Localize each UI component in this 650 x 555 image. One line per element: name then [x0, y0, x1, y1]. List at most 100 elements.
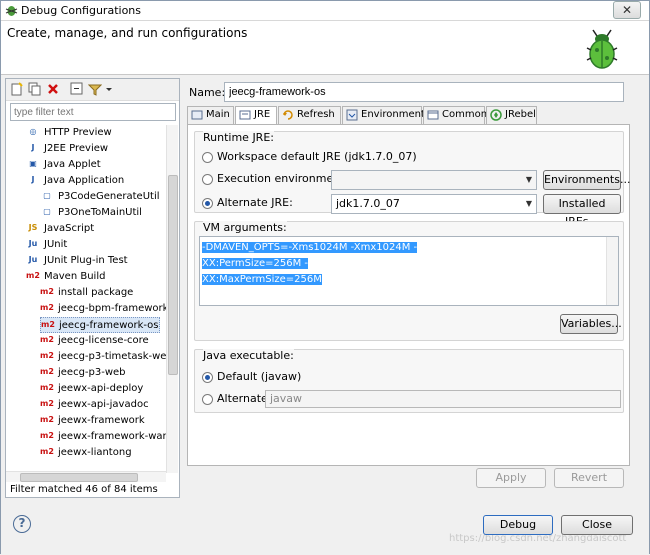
- environment-icon: [346, 109, 358, 121]
- tree-item[interactable]: m2 jeecg-bpm-framework: [40, 301, 166, 317]
- maven-icon: m2: [40, 303, 54, 312]
- default-javaw-radio[interactable]: [202, 372, 213, 383]
- tab-jre[interactable]: JRE: [235, 106, 277, 125]
- maven-icon: m2: [40, 335, 54, 344]
- runtime-jre-title: Runtime JRE:: [203, 131, 274, 144]
- vertical-scroll-thumb[interactable]: [168, 175, 178, 375]
- vm-arguments-textarea[interactable]: -DMAVEN_OPTS=-Xms1024M -Xmx1024M -XX:Per…: [199, 236, 619, 306]
- tree-item[interactable]: m2 jeewx-framework-war: [40, 429, 166, 445]
- name-input[interactable]: [224, 82, 624, 102]
- tree-item[interactable]: ▣ Java Applet: [26, 157, 100, 173]
- debug-button[interactable]: Debug: [483, 515, 553, 535]
- tab-refresh[interactable]: Refresh: [278, 106, 341, 124]
- chevron-down-icon: ▼: [525, 175, 533, 184]
- tree-item-label: jeewx-liantong: [58, 447, 132, 458]
- filter-status: Filter matched 46 of 84 items: [10, 484, 158, 495]
- configurations-panel: ◎HTTP PreviewJJ2EE Preview▣Java AppletJJ…: [5, 78, 180, 498]
- tree-vertical-scrollbar[interactable]: [166, 125, 178, 473]
- tree-item[interactable]: ▢ P3OneToMainUtil: [40, 205, 142, 221]
- tab-jrebel[interactable]: JRebel: [486, 106, 537, 124]
- maven-icon: m2: [40, 399, 54, 408]
- tree-item-label: jeewx-api-javadoc: [58, 399, 149, 410]
- tab-refresh-label: Refresh: [297, 109, 335, 120]
- java-app-icon: J: [31, 175, 35, 184]
- duplicate-icon[interactable]: [28, 82, 42, 96]
- jrebel-icon: [490, 109, 502, 121]
- alternate-jre-combo[interactable]: jdk1.7.0_07 ▼: [331, 194, 537, 214]
- maven-icon: m2: [40, 287, 54, 296]
- tree-item[interactable]: ◎ HTTP Preview: [26, 125, 112, 141]
- main-tab-icon: [191, 110, 203, 120]
- debug-bug-icon: [5, 6, 18, 16]
- close-button[interactable]: Close: [561, 515, 633, 535]
- java-executable-title: Java executable:: [203, 349, 294, 362]
- dialog-button-bar: ? https://blog.csdn.net/zhangdaiscott De…: [1, 501, 649, 555]
- filter-input[interactable]: [10, 103, 176, 121]
- tree-item-label: JavaScript: [44, 223, 95, 234]
- configuration-editor: Name: Main JRE Refresh Environment Commo…: [184, 78, 630, 498]
- tree-horizontal-scrollbar[interactable]: [6, 471, 166, 482]
- tree-item-label: jeecg-p3-web: [58, 367, 126, 378]
- tree-item[interactable]: m2 jeecg-p3-timetask-web: [40, 349, 166, 365]
- tree-item-label: install package: [58, 287, 134, 298]
- alternate-executable-radio[interactable]: [202, 394, 213, 405]
- workspace-default-radio[interactable]: [202, 152, 213, 163]
- alternate-jre-radio[interactable]: [202, 198, 213, 209]
- window-close-button[interactable]: ✕: [613, 1, 641, 19]
- apply-button[interactable]: Apply: [476, 468, 546, 488]
- maven-icon: m2: [40, 367, 54, 376]
- tree-item-label: jeewx-framework: [58, 415, 145, 426]
- alternate-executable-input[interactable]: javaw: [265, 390, 621, 408]
- new-configuration-icon[interactable]: [10, 82, 24, 96]
- tree-item-label: P3OneToMainUtil: [58, 207, 142, 218]
- tree-item[interactable]: m2 jeewx-api-javadoc: [40, 397, 149, 413]
- tree-item[interactable]: Ju JUnit: [26, 237, 68, 253]
- filter-icon[interactable]: [88, 82, 102, 96]
- maven-icon: m2: [40, 415, 54, 424]
- j2ee-icon: J: [31, 143, 35, 152]
- installed-jres-button[interactable]: Installed JREs...: [543, 194, 621, 228]
- java-class-icon: ▢: [43, 191, 51, 200]
- tab-common[interactable]: Common: [423, 106, 487, 124]
- tree-item[interactable]: m2 jeewx-liantong: [40, 445, 132, 461]
- tree-item[interactable]: m2 jeewx-framework: [40, 413, 145, 429]
- name-label: Name:: [189, 86, 226, 99]
- tree-item-label: J2EE Preview: [44, 143, 109, 154]
- web-icon: ◎: [29, 127, 37, 136]
- debug-configurations-window: Debug Configurations ✕ Create, manage, a…: [0, 0, 650, 555]
- collapse-all-icon[interactable]: [70, 82, 84, 96]
- tab-environment[interactable]: Environment: [342, 106, 425, 124]
- environments-button[interactable]: Environments...: [543, 170, 630, 190]
- tree-item[interactable]: m2 install package: [40, 285, 133, 301]
- tree-item[interactable]: m2 jeewx-api-deploy: [40, 381, 143, 397]
- tab-main[interactable]: Main: [187, 106, 234, 124]
- tree-item[interactable]: J Java Application: [26, 173, 125, 189]
- tree-item-label: JUnit: [44, 239, 68, 250]
- execution-environment-radio[interactable]: [202, 174, 213, 185]
- tree-item[interactable]: JS JavaScript: [26, 221, 95, 237]
- java-executable-group: Java executable: Default (javaw) Alterna…: [194, 349, 624, 413]
- tree-item[interactable]: m2 jeecg-p3-web: [40, 365, 126, 381]
- revert-button[interactable]: Revert: [554, 468, 624, 488]
- tree-item[interactable]: J J2EE Preview: [26, 141, 109, 157]
- tab-jrebel-label: JRebel: [505, 109, 536, 120]
- execution-environment-combo[interactable]: ▼: [331, 170, 537, 190]
- tree-item[interactable]: ▢ P3CodeGenerateUtil: [40, 189, 159, 205]
- help-icon[interactable]: ?: [13, 515, 31, 533]
- maven-icon: m2: [40, 383, 54, 392]
- tree-item[interactable]: m2 Maven Build: [26, 269, 105, 285]
- delete-icon[interactable]: [46, 82, 60, 96]
- tree-item-selected[interactable]: m2 jeecg-framework-os: [40, 317, 160, 333]
- tree-item[interactable]: Ju JUnit Plug-in Test: [26, 253, 128, 269]
- horizontal-scroll-thumb[interactable]: [20, 473, 138, 482]
- chevron-down-icon: ▼: [525, 199, 533, 208]
- variables-button[interactable]: Variables...: [560, 314, 622, 334]
- vm-arguments-scrollbar[interactable]: [606, 237, 618, 305]
- common-icon: [427, 110, 439, 120]
- default-javaw-label: Default (javaw): [217, 370, 302, 383]
- maven-icon: m2: [40, 431, 54, 440]
- view-menu-icon[interactable]: [105, 82, 113, 96]
- tree-item[interactable]: m2 jeecg-license-core: [40, 333, 149, 349]
- tree-item-label: jeewx-api-deploy: [58, 383, 144, 394]
- configurations-tree: ◎ HTTP Preview J J2EE Preview ▣ Java Applet J J…: [6, 125, 166, 473]
